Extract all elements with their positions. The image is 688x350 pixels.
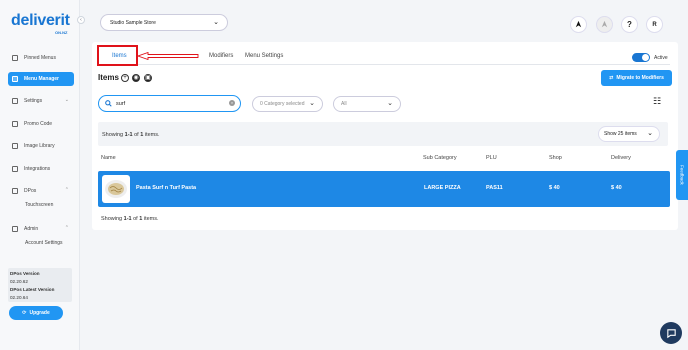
column-header-shop[interactable]: Shop — [549, 155, 562, 161]
items-heading: Items — [98, 73, 119, 82]
category-filter-value: 0 Category selected — [260, 101, 305, 107]
shuffle-icon: ⇄ — [609, 75, 614, 81]
latest-version-label: DPos Latest Version — [10, 287, 55, 292]
sidebar-item-settings[interactable]: Settings ⌄ — [8, 94, 74, 108]
chevron-up-icon: ⌃ — [64, 225, 69, 231]
chat-icon[interactable] — [660, 322, 682, 344]
sidebar-item-label: Promo Code — [24, 121, 53, 127]
pin-icon — [12, 55, 18, 61]
cell-name: Pasta Surf n Turf Pasta — [136, 185, 197, 191]
settings-items-icon[interactable]: ▣ — [144, 74, 152, 82]
admin-icon — [12, 226, 18, 232]
user-avatar[interactable]: R — [646, 16, 663, 33]
active-toggle[interactable]: Active — [632, 53, 668, 62]
annotation-highlight-box — [97, 45, 138, 66]
menu-icon — [12, 76, 18, 82]
page-size-select[interactable]: Show 25 items ⌄ — [598, 126, 660, 142]
sidebar-item-label: Settings — [24, 98, 43, 104]
showing-count-bottom: Showing 1-1 of 1 items. — [101, 216, 159, 222]
active-toggle-label: Active — [654, 54, 668, 61]
chevron-down-icon: ⌄ — [213, 19, 219, 26]
cell-plu: PAS11 — [486, 185, 503, 191]
showing-count: Showing 1-1 of 1 items. — [102, 132, 160, 138]
column-settings-icon[interactable]: ☷ — [653, 96, 667, 110]
latest-version-value: 02.20.64 — [10, 295, 28, 300]
clear-search-icon[interactable]: × — [229, 100, 235, 106]
help-icon[interactable]: ? — [621, 16, 638, 33]
store-select-value: Studio Sample Store — [110, 19, 156, 26]
search-value: surf — [116, 100, 126, 107]
chevron-down-icon: ⌄ — [387, 100, 393, 107]
version-info: DPos Version 02.20.62 DPos Latest Versio… — [8, 268, 72, 302]
sidebar-item-label: Pinned Menus — [24, 55, 56, 61]
version-value: 02.20.62 — [10, 279, 28, 284]
search-icon — [105, 100, 112, 107]
column-header-delivery[interactable]: Delivery — [611, 155, 631, 161]
sidebar-item-integrations[interactable]: Integrations — [8, 162, 74, 176]
column-header-plu[interactable]: PLU — [486, 155, 497, 161]
launch-icon[interactable] — [596, 16, 613, 33]
sidebar-item-dpos[interactable]: DPos ⌃ — [8, 184, 74, 198]
status-filter-value: All — [341, 101, 347, 107]
sidebar-item-image-library[interactable]: Image Library — [8, 139, 74, 153]
chevron-up-icon: ⌃ — [64, 187, 69, 193]
cell-sub-category: LARGE PIZZA — [424, 185, 461, 191]
search-input[interactable]: surf × — [98, 95, 241, 112]
sidebar-subitem-touchscreen[interactable]: Touchscreen — [25, 202, 53, 208]
item-thumbnail — [102, 175, 130, 203]
upgrade-label: Upgrade — [29, 310, 50, 316]
status-filter-select[interactable]: All ⌄ — [333, 96, 401, 112]
pagination-bar: Showing 1-1 of 1 items. Show 25 items ⌄ — [98, 122, 668, 146]
upgrade-button[interactable]: ⟳ Upgrade — [9, 306, 63, 320]
sidebar-item-label: Image Library — [24, 143, 55, 149]
gear-icon — [12, 98, 18, 104]
version-label: DPos Version — [10, 271, 40, 276]
add-item-icon[interactable]: + — [121, 74, 129, 82]
table-row[interactable]: Pasta Surf n Turf Pasta LARGE PIZZA PAS1… — [98, 171, 670, 207]
integrations-icon — [12, 166, 18, 172]
cell-shop-price: $ 40 — [549, 185, 560, 191]
cell-delivery-price: $ 40 — [611, 185, 622, 191]
sidebar-item-pinned-menus[interactable]: Pinned Menus — [8, 51, 74, 65]
promo-icon — [12, 121, 18, 127]
store-select[interactable]: Studio Sample Store ⌄ — [100, 14, 228, 31]
search-items-icon[interactable]: ◉ — [132, 74, 140, 82]
tab-menu-settings[interactable]: Menu Settings — [245, 53, 283, 59]
annotation-arrow-icon — [138, 52, 199, 60]
rocket-icon[interactable] — [570, 16, 587, 33]
column-header-name[interactable]: Name — [101, 155, 116, 161]
image-icon — [12, 143, 18, 149]
category-filter-select[interactable]: 0 Category selected ⌄ — [252, 96, 323, 112]
sidebar-item-admin[interactable]: Admin ⌃ — [8, 222, 74, 236]
chevron-down-icon: ⌄ — [647, 130, 653, 137]
sidebar-item-menu-manager[interactable]: Menu Manager — [8, 72, 74, 86]
pos-icon — [12, 188, 18, 194]
migrate-to-modifiers-button[interactable]: ⇄ Migrate to Modifiers — [601, 70, 672, 86]
sidebar: deliverit ON.NZ Pinned Menus Menu Manage… — [0, 0, 80, 350]
sidebar-item-promo-code[interactable]: Promo Code — [8, 117, 74, 131]
column-header-sub-category[interactable]: Sub Category — [423, 155, 457, 161]
sidebar-subitem-account-settings[interactable]: Account Settings — [25, 240, 63, 246]
sidebar-item-label: DPos — [24, 188, 37, 194]
feedback-tab[interactable]: Feedback — [676, 150, 688, 200]
sidebar-item-label: Integrations — [24, 166, 51, 172]
toggle-switch[interactable] — [632, 53, 650, 62]
sidebar-item-label: Menu Manager — [24, 76, 60, 82]
migrate-label: Migrate to Modifiers — [616, 75, 664, 81]
sidebar-item-label: Admin — [24, 226, 39, 232]
upgrade-icon: ⟳ — [22, 310, 27, 316]
collapse-sidebar-button[interactable]: ‹ — [77, 16, 85, 24]
page-size-value: Show 25 items — [604, 131, 637, 137]
tab-modifiers[interactable]: Modifiers — [209, 53, 233, 59]
brand-sub: ON.NZ — [55, 30, 68, 35]
brand-logo[interactable]: deliverit — [11, 12, 70, 30]
chevron-down-icon: ⌄ — [309, 100, 315, 107]
chevron-down-icon: ⌄ — [64, 97, 69, 103]
